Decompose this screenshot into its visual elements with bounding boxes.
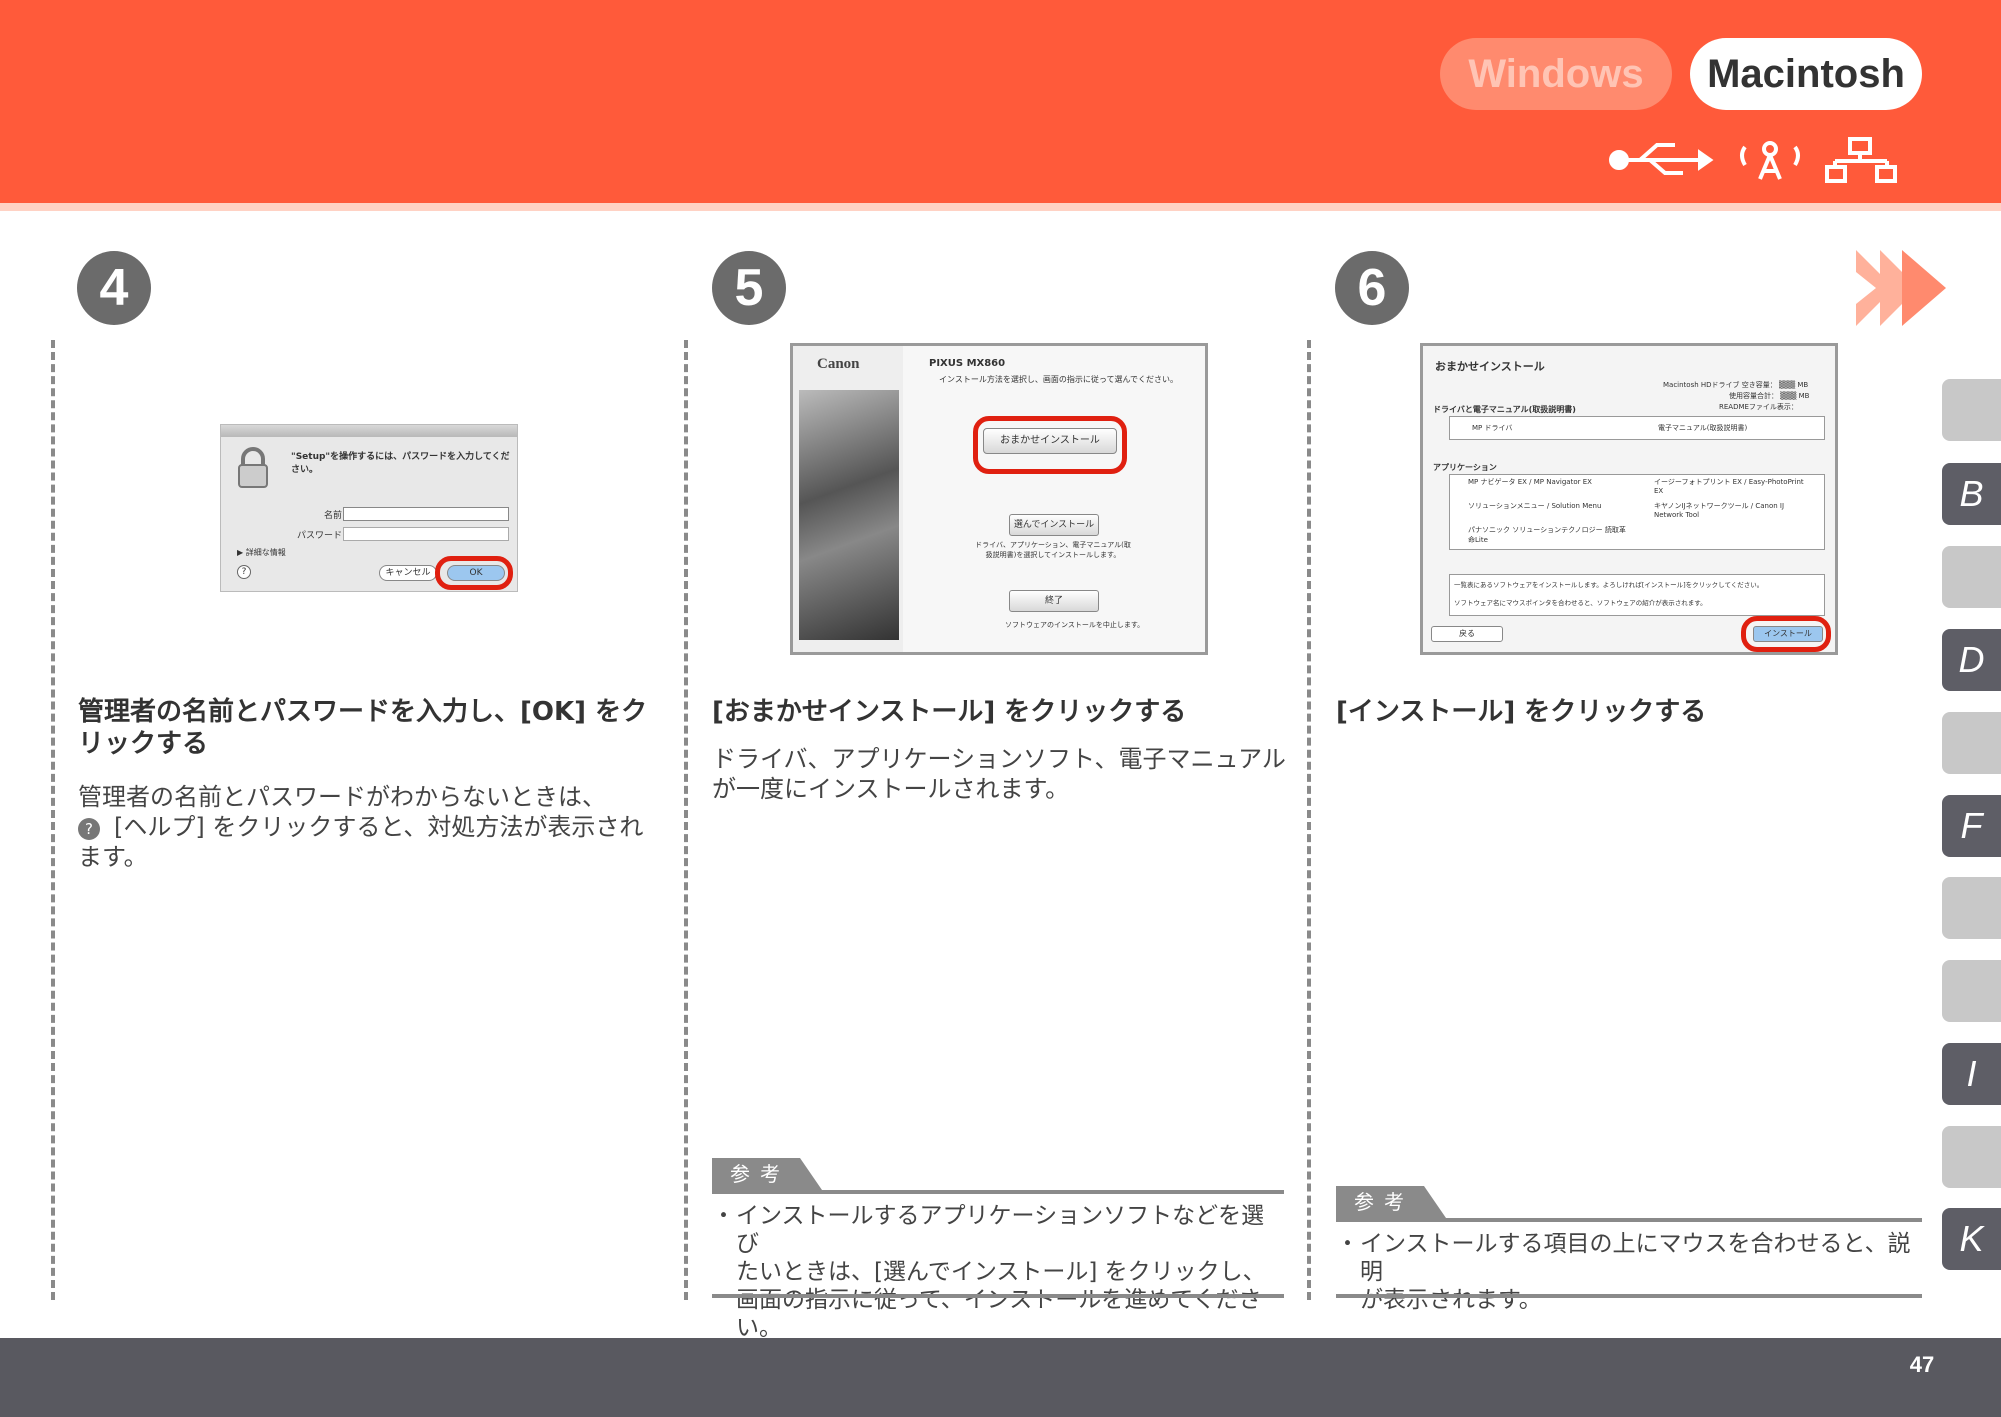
usb-icon: [1609, 143, 1714, 175]
wireless-icon: [1740, 141, 1800, 180]
step5-title: [おまかせインストール] をクリックする: [712, 697, 1187, 727]
photo-collage: [799, 390, 899, 640]
column-divider: [684, 340, 688, 1300]
model-name: PIXUS MX860: [929, 358, 1006, 369]
side-tab-i[interactable]: I: [1942, 1043, 2001, 1105]
step-number-6: 6: [1335, 251, 1409, 325]
password-label: パスワード：: [296, 531, 351, 541]
side-tab-f[interactable]: F: [1942, 795, 2001, 857]
disk-used: 使用容量合計： ▒▒▒ MB: [1729, 392, 1810, 400]
highlight-install: [1741, 616, 1831, 652]
highlight-ok: [435, 556, 513, 590]
next-page-arrows-icon[interactable]: [1856, 250, 1956, 326]
password-field[interactable]: [343, 527, 509, 541]
side-tab[interactable]: [1942, 1126, 2001, 1188]
step5-note: 参考 ・ インストールするアプリケーションソフトなどを選び たいときは、[選んで…: [712, 1158, 1284, 1341]
list-title: おまかせインストール: [1435, 360, 1545, 373]
custom-install-desc: ドライバ、アプリケーション、電子マニュアル(取扱説明書)を選択してインストールし…: [975, 541, 1131, 559]
side-tab[interactable]: [1942, 712, 2001, 774]
back-button[interactable]: 戻る: [1431, 626, 1503, 642]
column-divider: [1307, 340, 1311, 1300]
list-item[interactable]: MP ナビゲータ EX / MP Navigator EX: [1468, 477, 1628, 487]
side-tab[interactable]: [1942, 877, 2001, 939]
apps-list: MP ナビゲータ EX / MP Navigator EX イージーフォトプリン…: [1449, 474, 1825, 550]
tab-windows[interactable]: Windows: [1440, 38, 1672, 110]
step5-body: ドライバ、アプリケーションソフト、電子マニュアル が一度にインストールされます。: [712, 745, 1286, 803]
drivers-section-title: ドライバと電子マニュアル(取扱説明書): [1433, 405, 1576, 414]
side-tab-k[interactable]: K: [1942, 1208, 2001, 1270]
custom-install-button[interactable]: 選んでインストール: [1009, 514, 1099, 536]
highlight-easy-install: [973, 416, 1127, 474]
exit-desc: ソフトウェアのインストールを中止します。: [1005, 621, 1145, 629]
list-item[interactable]: ソリューションメニュー / Solution Menu: [1468, 501, 1628, 511]
step4-body: 管理者の名前とパスワードがわからないときは、 ? [ヘルプ] をクリックすると、対…: [78, 783, 644, 871]
step-number-5: 5: [712, 251, 786, 325]
note-label: 参考: [712, 1158, 822, 1190]
step4-title: 管理者の名前とパスワードを入力し、[OK] をクリックする: [78, 697, 648, 759]
footer-bar: [0, 1338, 2001, 1417]
disk-free: Macintosh HDドライブ 空き容量： ▒▒▒ MB: [1663, 381, 1809, 389]
easy-install-list-screenshot: おまかせインストール Macintosh HDドライブ 空き容量： ▒▒▒ MB…: [1420, 343, 1838, 655]
details-toggle[interactable]: ▶ 詳細な情報: [237, 547, 286, 558]
list-item[interactable]: MP ドライバ: [1472, 423, 1512, 433]
step6-title: [インストール] をクリックする: [1336, 697, 1707, 727]
header-divider: [0, 203, 2001, 211]
network-icon: [1825, 137, 1897, 183]
help-icon[interactable]: ?: [237, 565, 251, 579]
cancel-button[interactable]: キャンセル: [379, 565, 437, 581]
step-number-4: 4: [77, 251, 151, 325]
lock-icon: [238, 447, 268, 488]
side-tab[interactable]: [1942, 379, 2001, 441]
password-dialog-screenshot: "Setup"を操作するには、パスワードを入力してください。 名前： パスワード…: [220, 424, 518, 592]
tab-macintosh[interactable]: Macintosh: [1690, 38, 1922, 110]
page-number: 47: [1909, 1352, 1935, 1377]
installer-screenshot: Canon PIXUS MX860 インストール方法を選択し、画面の指示に従って…: [790, 343, 1208, 655]
list-item[interactable]: イージーフォトプリント EX / Easy-PhotoPrint EX: [1654, 477, 1814, 495]
help-icon: ?: [78, 818, 100, 840]
connection-icons: [1605, 135, 1905, 185]
apps-section-title: アプリケーション: [1433, 463, 1497, 472]
drivers-list: MP ドライバ 電子マニュアル(取扱説明書): [1449, 416, 1825, 440]
name-field[interactable]: [343, 507, 509, 521]
dialog-prompt: "Setup"を操作するには、パスワードを入力してください。: [291, 452, 510, 475]
step6-note: 参考 ・ インストールする項目の上にマウスを合わせると、説明 が表示されます。: [1336, 1186, 1922, 1313]
exit-button[interactable]: 終了: [1009, 590, 1099, 612]
side-tab-b[interactable]: B: [1942, 463, 2001, 525]
column-divider: [51, 340, 55, 1300]
installer-instruction: インストール方法を選択し、画面の指示に従って選んでください。: [939, 375, 1179, 384]
message-box: 一覧表にあるソフトウェアをインストールします。よろしければ[インストール]をクリ…: [1449, 574, 1825, 616]
side-tab[interactable]: [1942, 546, 2001, 608]
side-tab-d[interactable]: D: [1942, 629, 2001, 691]
list-item[interactable]: キヤノンIJネットワークツール / Canon IJ Network Tool: [1654, 501, 1814, 519]
canon-logo: Canon: [817, 356, 860, 372]
list-item[interactable]: パナソニック ソリューションテクノロジー 読取革命Lite: [1468, 525, 1628, 545]
side-tab[interactable]: [1942, 960, 2001, 1022]
readme-label: READMEファイル表示：: [1719, 403, 1798, 411]
list-item[interactable]: 電子マニュアル(取扱説明書): [1658, 423, 1747, 433]
note-label: 参考: [1336, 1186, 1446, 1218]
